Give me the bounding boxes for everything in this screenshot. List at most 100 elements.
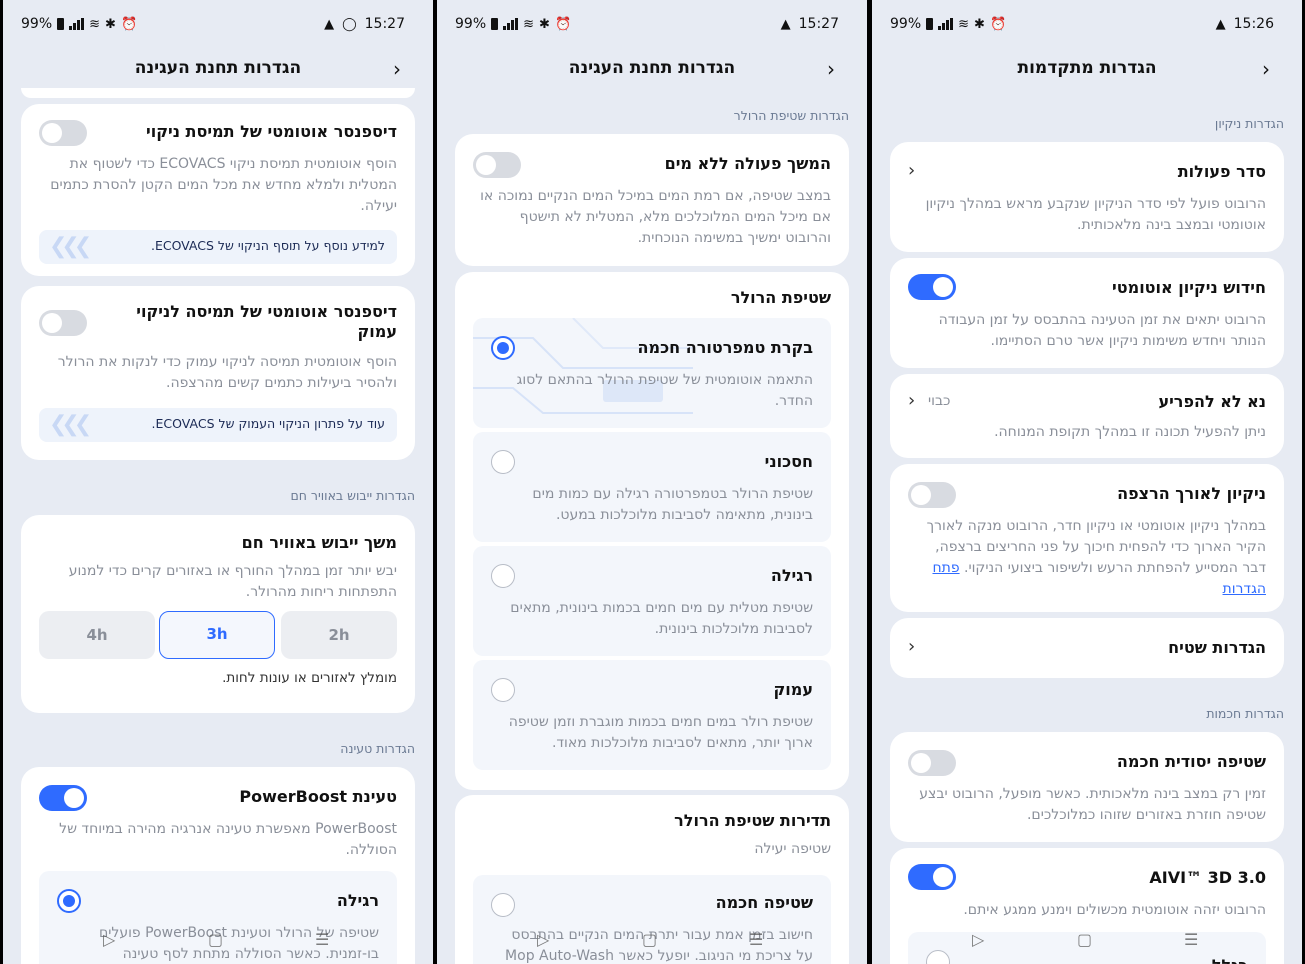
nav-bar: ▷ ▢ ☰ bbox=[3, 930, 433, 954]
header: הגדרות תחנת העגינה › bbox=[437, 46, 867, 92]
info-tip-link[interactable]: ❯❯❯ למידע נוסף על תוסף הניקוי של ECOVACS… bbox=[39, 230, 397, 264]
radio-selected-icon[interactable] bbox=[491, 336, 515, 360]
cleaning-order-card[interactable]: סדר פעולות ‹ הרובוט פועל לפי סדר הניקיון… bbox=[890, 142, 1284, 252]
setting-title: דיספנסר אוטומטי של תמיסת ניקוי bbox=[146, 122, 397, 141]
setting-subtitle: שטיפה יעילה bbox=[754, 841, 831, 857]
screen-advanced-settings: 99% ≋ ✱ ⏰ ▲ 15:26 הגדרות מתקדמות › הגדרו… bbox=[872, 0, 1302, 964]
hot-air-dry-card: משך ייבוש באוויר חם יבש יותר זמן במהלך ה… bbox=[21, 515, 415, 713]
auto-resume-card: חידוש ניקיון אוטומטי הרובוט יתאים את זמן… bbox=[890, 258, 1284, 368]
setting-title: דיספנסר אוטומטי של תמיסה לניקוי עמוק bbox=[136, 302, 397, 341]
setting-title: חידוש ניקיון אוטומטי bbox=[1112, 278, 1266, 297]
radio-unselected-icon[interactable] bbox=[491, 678, 515, 702]
dry-2h-option[interactable]: 2h bbox=[281, 611, 397, 659]
radio-unselected-icon[interactable] bbox=[491, 450, 515, 474]
setting-title: AIVI™ 3D 3.0 bbox=[1149, 868, 1266, 887]
status-bar: 99% ≋ ✱ ⏰ ▲ 15:26 bbox=[872, 0, 1302, 46]
back-nav-icon[interactable]: ▷ bbox=[972, 930, 984, 949]
setting-description: הוסף אוטומטית תמיסת ניקוי ECOVACS כדי לש… bbox=[50, 156, 397, 214]
option-title: בגלל bbox=[1212, 956, 1248, 964]
continue-without-water-toggle[interactable] bbox=[473, 152, 521, 178]
back-nav-icon[interactable]: ▷ bbox=[537, 930, 549, 949]
setting-description: זמין רק במצב בינה מלאכותית. כאשר מופעל, … bbox=[919, 786, 1266, 823]
setting-title: משך ייבוש באוויר חם bbox=[241, 533, 397, 552]
tip-text: עוד על פתרון הניקוי העמוק של ECOVACS. bbox=[151, 416, 385, 431]
back-chevron-icon[interactable]: › bbox=[1262, 57, 1270, 81]
cleaning-dispenser-toggle[interactable] bbox=[39, 120, 87, 146]
page-title: הגדרות תחנת העגינה bbox=[568, 58, 736, 78]
radio-unselected-icon[interactable] bbox=[491, 893, 515, 917]
radio-unselected-icon[interactable] bbox=[491, 564, 515, 588]
setting-title: המשך פעולה ללא מים bbox=[664, 154, 831, 173]
cleaning-solution-dispenser-card: דיספנסר אוטומטי של תמיסת ניקוי הוסף אוטו… bbox=[21, 104, 415, 276]
recents-nav-icon[interactable]: ☰ bbox=[1184, 930, 1198, 949]
page-title: הגדרות תחנת העגינה bbox=[134, 58, 302, 78]
header: הגדרות מתקדמות › bbox=[872, 46, 1302, 92]
setting-title: שטיפה יסודית חכמה bbox=[1116, 752, 1266, 771]
option-description: שטיפת רולר במים חמים בכמות מוגברת וזמן ש… bbox=[508, 714, 813, 751]
previous-card-edge bbox=[21, 88, 415, 98]
battery-percent: 99% bbox=[455, 16, 487, 32]
option-description: שטיפת הרולר בטמפרטורה רגילה עם כמות מים … bbox=[532, 486, 813, 523]
dnd-value: כבוי bbox=[928, 393, 951, 409]
battery-icon bbox=[491, 18, 499, 30]
dry-4h-option[interactable]: 4h bbox=[39, 611, 155, 659]
roller-option-eco[interactable]: חסכוני שטיפת הרולר בטמפרטורה רגילה עם כמ… bbox=[473, 432, 831, 542]
clock: 15:26 bbox=[1233, 16, 1274, 32]
edge-cleaning-card: ניקיון לאורך הרצפה במהלך ניקיון אוטומטי … bbox=[890, 464, 1284, 612]
setting-title: שטיפת הרולר bbox=[730, 288, 831, 307]
deep-dispenser-toggle[interactable] bbox=[39, 310, 87, 336]
roller-wash-card: שטיפת הרולר בקרת טמפרטורה חכמה התאמה אוט… bbox=[455, 272, 849, 790]
nav-bar: ▷ ▢ ☰ bbox=[437, 930, 867, 954]
setting-description: PowerBoost מאפשרת טעינה אנרגיה מהירה במי… bbox=[59, 821, 397, 858]
setting-title: הגדרות שטיח bbox=[1168, 638, 1266, 657]
bluetooth-icon: ✱ bbox=[974, 16, 985, 32]
recents-nav-icon[interactable]: ☰ bbox=[315, 930, 329, 949]
aivi-toggle[interactable] bbox=[908, 864, 956, 890]
clock: 15:27 bbox=[364, 16, 405, 32]
back-chevron-icon[interactable]: › bbox=[393, 57, 401, 81]
radio-selected-icon[interactable] bbox=[57, 889, 81, 913]
home-nav-icon[interactable]: ▢ bbox=[208, 930, 223, 949]
home-nav-icon[interactable]: ▢ bbox=[1077, 930, 1092, 949]
roller-option-smart-temp[interactable]: בקרת טמפרטורה חכמה התאמה אוטומטית של שטי… bbox=[473, 318, 831, 428]
home-nav-icon[interactable]: ▢ bbox=[642, 930, 657, 949]
battery-icon bbox=[57, 18, 65, 30]
alarm-icon: ⏰ bbox=[554, 16, 572, 32]
powerboost-toggle[interactable] bbox=[39, 785, 87, 811]
alarm-icon: ⏰ bbox=[120, 16, 138, 32]
wifi-icon: ≋ bbox=[958, 16, 970, 32]
nav-bar: ▷ ▢ ☰ bbox=[872, 930, 1302, 954]
bluetooth-icon: ✱ bbox=[105, 16, 116, 32]
setting-description: הרובוט פועל לפי סדר הניקיון שנקבע מראש ב… bbox=[925, 196, 1266, 233]
recents-nav-icon[interactable]: ☰ bbox=[749, 930, 763, 949]
back-nav-icon[interactable]: ▷ bbox=[103, 930, 115, 949]
setting-title: תדירות שטיפת הרולר bbox=[674, 811, 831, 830]
status-bar: 99% ≋ ✱ ⏰ ▲ 15:27 bbox=[437, 0, 867, 46]
notification-icon: ▲ bbox=[780, 16, 791, 32]
chevron-stripes-icon: ❯❯❯ bbox=[49, 412, 92, 437]
continue-without-water-card: המשך פעולה ללא מים במצב שטיפה, אם רמת המ… bbox=[455, 134, 849, 266]
carpet-settings-card[interactable]: הגדרות שטיח ‹ bbox=[890, 618, 1284, 678]
auto-resume-toggle[interactable] bbox=[908, 274, 956, 300]
do-not-disturb-card[interactable]: נא לא להפריע ‹ כבוי ניתן להפעיל תכונה זו… bbox=[890, 374, 1284, 458]
section-label: הגדרות ניקיון bbox=[1214, 116, 1284, 131]
page-title: הגדרות מתקדמות bbox=[1017, 58, 1157, 78]
chevron-stripes-icon: ❯❯❯ bbox=[49, 234, 92, 259]
wifi-icon: ≋ bbox=[89, 16, 101, 32]
wifi-icon: ≋ bbox=[523, 16, 535, 32]
setting-title: סדר פעולות bbox=[1177, 162, 1266, 181]
back-chevron-icon[interactable]: › bbox=[827, 57, 835, 81]
roller-option-regular[interactable]: רגילה שטיפת מטלית עם מים חמים בכמות בינו… bbox=[473, 546, 831, 656]
roller-option-deep[interactable]: עמוק שטיפת רולר במים חמים בכמות מוגברת ו… bbox=[473, 660, 831, 770]
setting-description: הרובוט יזהה אוטומטית מכשולים וימנע ממגע … bbox=[963, 902, 1266, 918]
edge-description-text: במהלך ניקיון אוטומטי או ניקיון חדר, הרוב… bbox=[926, 518, 1266, 576]
header: הגדרות תחנת העגינה › bbox=[3, 46, 433, 92]
option-title: עמוק bbox=[773, 680, 813, 699]
edge-cleaning-toggle[interactable] bbox=[908, 482, 956, 508]
dry-3h-option[interactable]: 3h bbox=[159, 611, 275, 659]
info-tip-link[interactable]: ❯❯❯ עוד על פתרון הניקוי העמוק של ECOVACS… bbox=[39, 408, 397, 442]
section-label: הגדרות ייבוש באוויר חם bbox=[290, 488, 415, 503]
setting-description: במצב שטיפה, אם רמת המים במיכל המים הנקיי… bbox=[480, 188, 831, 246]
option-description: שטיפת מטלית עם מים חמים בכמות בינונית, מ… bbox=[510, 600, 813, 637]
smart-deep-mop-toggle[interactable] bbox=[908, 750, 956, 776]
